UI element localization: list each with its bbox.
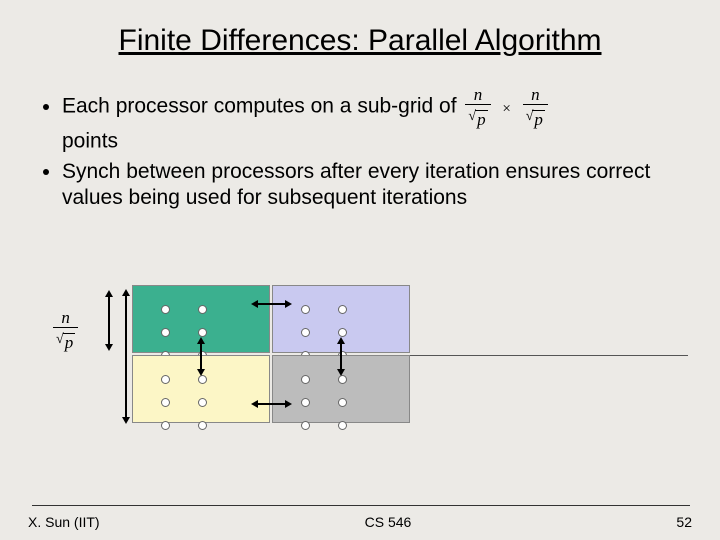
slide-title: Finite Differences: Parallel Algorithm (28, 24, 692, 58)
numerator-n-2: n (528, 86, 543, 104)
numerator-n: n (471, 86, 486, 104)
slide: Finite Differences: Parallel Algorithm E… (0, 0, 720, 540)
fraction-n-over-sqrt-p: n p (465, 86, 490, 128)
bullet-1-suffix: points (62, 129, 118, 152)
vertical-axis-label: n p (50, 309, 81, 351)
footer: X. Sun (IIT) CS 546 52 (0, 514, 720, 530)
footer-page: 52 (676, 514, 692, 530)
bullet-2: Synch between processors after every ite… (62, 159, 678, 212)
axis-n: n (58, 309, 73, 327)
horizontal-rule (388, 355, 688, 356)
axis-p: p (63, 333, 76, 351)
footer-rule (32, 505, 690, 506)
denominator-sqrt-p: p (475, 110, 488, 128)
fraction-n-over-sqrt-p-2: n p (523, 86, 548, 128)
bullet-list: Each processor computes on a sub-grid of… (62, 86, 678, 211)
bullet-1: Each processor computes on a sub-grid of… (62, 86, 678, 155)
times-symbol: × (502, 101, 510, 117)
bullet-1-prefix: Each processor computes on a sub-grid of (62, 95, 462, 118)
denominator-sqrt-p-2: p (532, 110, 545, 128)
footer-author: X. Sun (IIT) (28, 514, 100, 530)
footer-course: CS 546 (365, 514, 412, 530)
